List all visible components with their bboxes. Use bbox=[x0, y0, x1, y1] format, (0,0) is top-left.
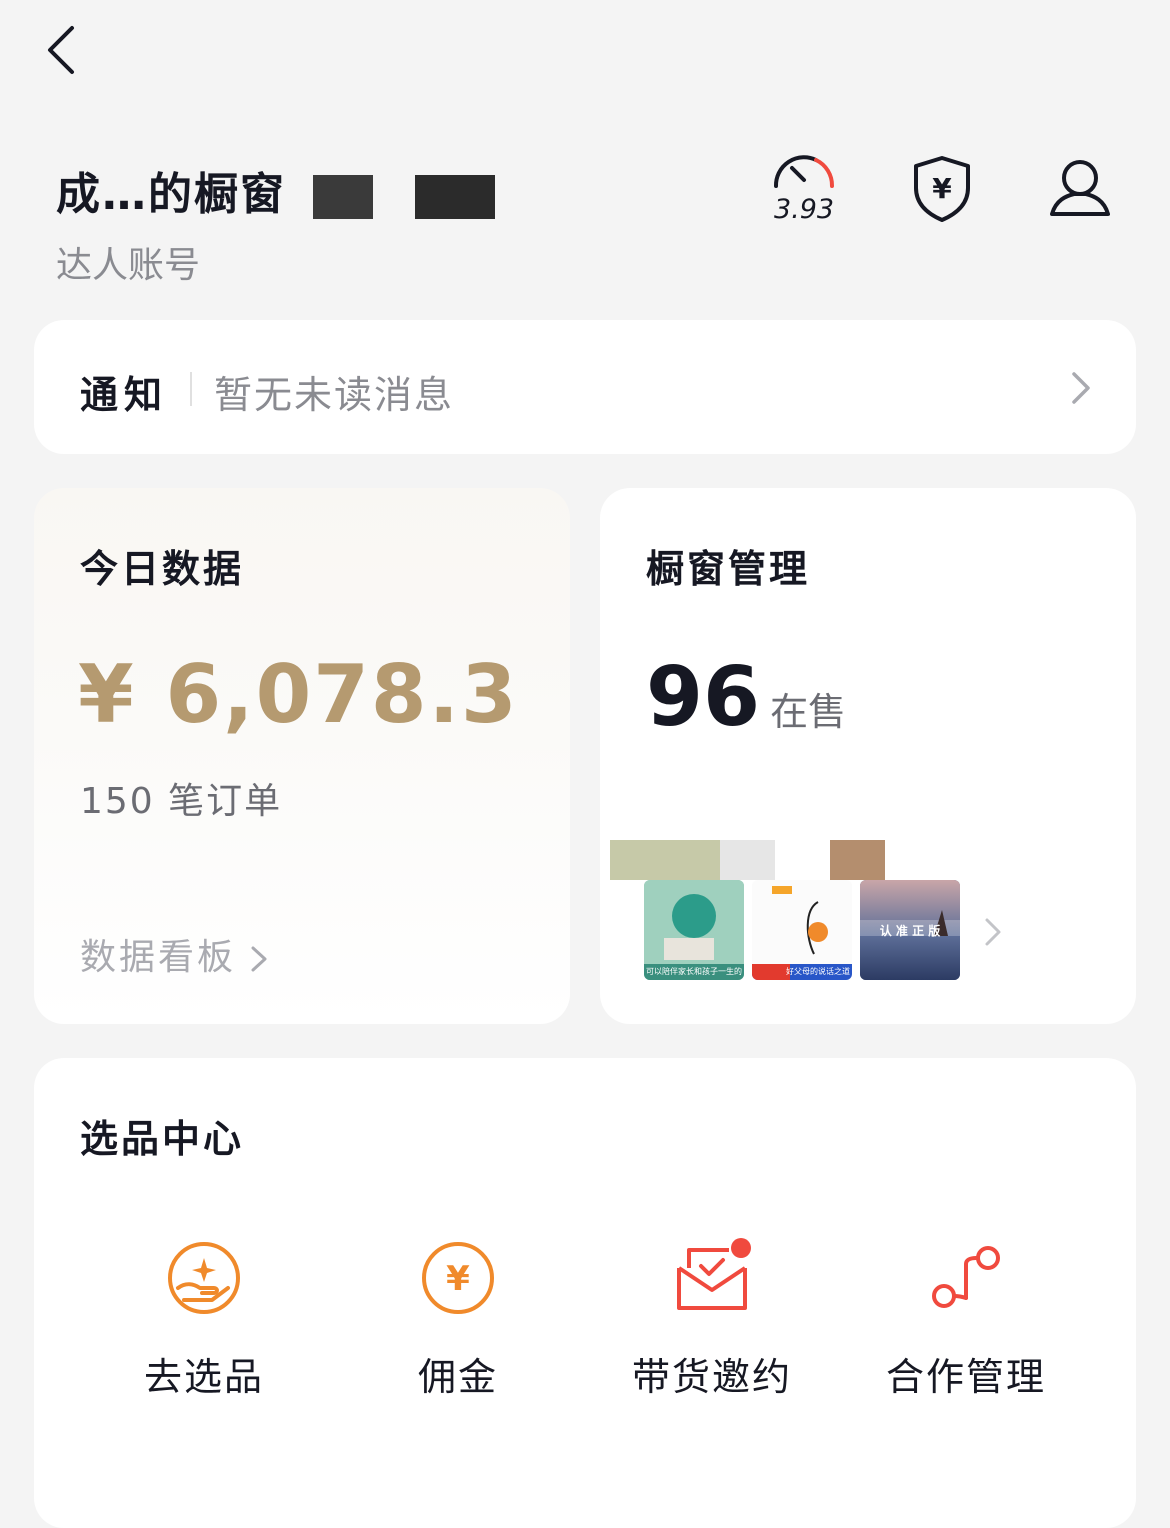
tool-label: 佣金 bbox=[417, 1355, 498, 1399]
mosaic-block bbox=[610, 840, 720, 880]
shop-name-text: 成…的橱窗 bbox=[56, 169, 286, 220]
book-cover-image bbox=[752, 880, 852, 980]
tool-label: 去选品 bbox=[143, 1355, 264, 1399]
hand-star-icon bbox=[168, 1242, 240, 1314]
score-value: 3.93 bbox=[773, 194, 835, 225]
thumb-caption: 认 准 正 版 bbox=[879, 924, 941, 938]
window-title: 橱窗管理 bbox=[646, 547, 811, 591]
on-sale-number: 96 bbox=[646, 650, 761, 745]
shield-yuan-icon: ¥ bbox=[914, 156, 970, 222]
yuan-coin-icon: ¥ bbox=[422, 1242, 494, 1314]
today-data-card[interactable]: 今日数据 ¥ 6,078.3 150 笔订单 数据看板 bbox=[34, 488, 570, 1024]
tool-label: 带货邀约 bbox=[631, 1355, 792, 1399]
account-type: 达人账号 bbox=[56, 245, 201, 286]
chevron-left-icon bbox=[48, 26, 74, 74]
on-sale-label: 在售 bbox=[770, 690, 847, 734]
back-button[interactable] bbox=[36, 20, 96, 80]
envelope-check-icon bbox=[677, 1238, 751, 1310]
data-board-label: 数据看板 bbox=[80, 937, 237, 978]
today-orders: 150 笔订单 bbox=[80, 781, 283, 822]
profile-button[interactable] bbox=[1044, 150, 1116, 230]
notice-title: 通知 bbox=[80, 373, 169, 417]
gauge-icon bbox=[773, 155, 835, 188]
chevron-right-icon[interactable] bbox=[984, 916, 1002, 948]
on-sale-count: 96 在售 bbox=[646, 650, 846, 745]
tool-invitations[interactable]: 带货邀约 bbox=[592, 1238, 832, 1408]
notice-card[interactable]: 通知 暂无未读消息 bbox=[34, 320, 1136, 454]
select-center-card: 选品中心 去选品 ¥ 佣金 带货邀约 合作管理 bbox=[34, 1058, 1136, 1528]
connect-nodes-icon bbox=[932, 1246, 1000, 1308]
chevron-right-icon bbox=[1072, 372, 1090, 404]
user-icon bbox=[1050, 160, 1110, 216]
svg-text:¥: ¥ bbox=[446, 1259, 470, 1299]
mosaic-block bbox=[830, 840, 885, 880]
chevron-right-icon bbox=[251, 946, 267, 972]
product-thumbnail[interactable]: 认 准 正 版 bbox=[860, 880, 960, 980]
tool-cooperation[interactable]: 合作管理 bbox=[846, 1238, 1086, 1408]
thumb-caption: 可以陪伴家长和孩子一生的书 bbox=[646, 967, 742, 976]
today-amount: ¥ 6,078.3 bbox=[78, 648, 519, 741]
window-management-card[interactable]: 橱窗管理 96 在售 可以陪伴家长和孩子一生的书 好父母的说话之道 认 准 正 … bbox=[600, 488, 1136, 1024]
redaction-block bbox=[414, 175, 495, 219]
guarantee-button[interactable]: ¥ bbox=[906, 150, 978, 230]
redaction-block bbox=[313, 175, 374, 219]
book-cover-image bbox=[644, 880, 744, 980]
product-thumbnail[interactable]: 好父母的说话之道 bbox=[752, 880, 852, 980]
divider bbox=[190, 372, 192, 406]
notification-dot bbox=[731, 1238, 751, 1258]
svg-text:¥: ¥ bbox=[932, 172, 952, 205]
thumb-caption: 好父母的说话之道 bbox=[786, 967, 850, 976]
tool-select-products[interactable]: 去选品 bbox=[84, 1238, 324, 1408]
score-gauge-button[interactable]: 3.93 bbox=[768, 150, 840, 230]
select-center-title: 选品中心 bbox=[80, 1117, 245, 1161]
notice-message: 暂无未读消息 bbox=[214, 373, 455, 417]
data-board-link[interactable]: 数据看板 bbox=[80, 928, 268, 980]
tool-commission[interactable]: ¥ 佣金 bbox=[338, 1238, 578, 1408]
shop-name: 成…的橱窗 bbox=[56, 158, 495, 222]
today-data-title: 今日数据 bbox=[80, 547, 245, 591]
mosaic-block bbox=[720, 840, 775, 880]
product-thumbnail[interactable]: 可以陪伴家长和孩子一生的书 bbox=[644, 880, 744, 980]
tool-label: 合作管理 bbox=[885, 1355, 1046, 1399]
